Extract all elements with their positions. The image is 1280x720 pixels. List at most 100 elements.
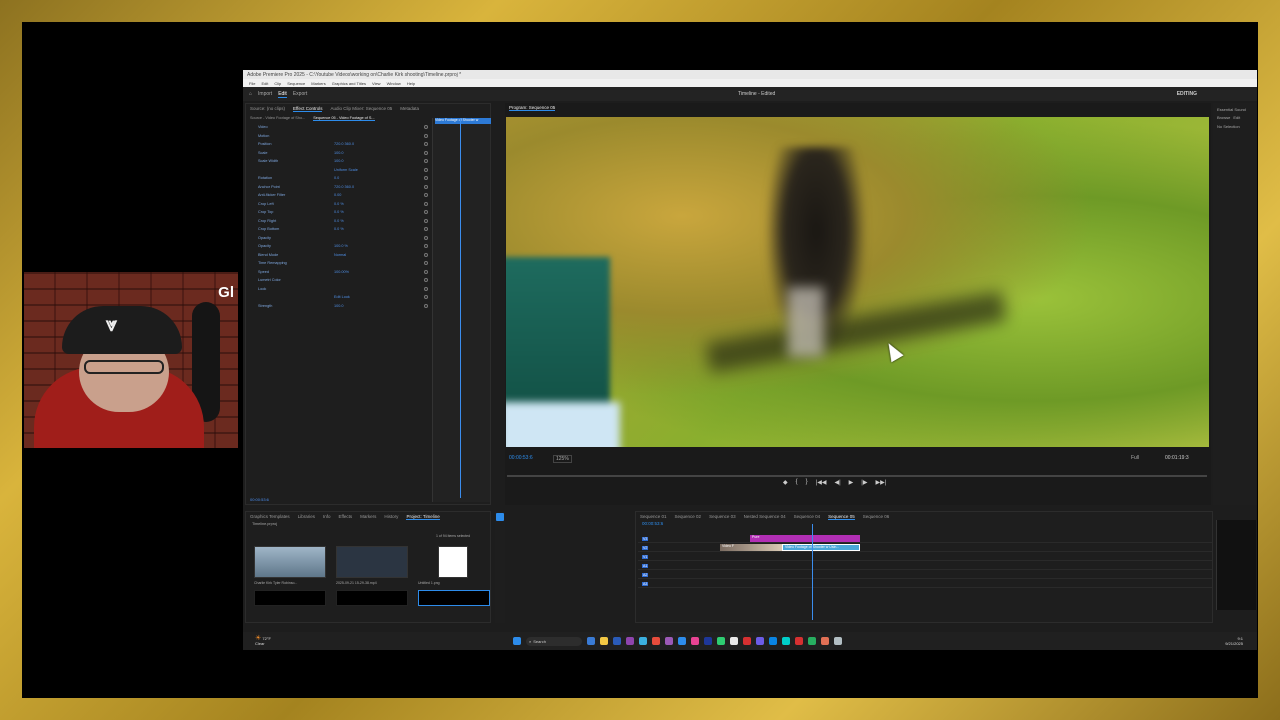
- track-a3[interactable]: A3: [638, 579, 1212, 588]
- tab-sequence-03[interactable]: Sequence 03: [709, 514, 736, 520]
- tab-audio-clip-mixer[interactable]: Audio Clip Mixer: Sequence 05: [330, 106, 392, 112]
- property-value[interactable]: Edit Look: [334, 295, 350, 299]
- keyframe-toggle-icon[interactable]: [424, 210, 428, 215]
- mark-out-button[interactable]: }: [806, 479, 808, 486]
- tab-program[interactable]: Program: Sequence 05: [509, 105, 556, 111]
- menu-clip[interactable]: Clip: [274, 81, 281, 86]
- taskbar-search[interactable]: ⌕ Search: [526, 636, 582, 646]
- system-tray[interactable]: 9:1 9/21/2025: [1225, 636, 1243, 646]
- keyframe-toggle-icon[interactable]: [424, 269, 428, 274]
- keyframe-toggle-icon[interactable]: [424, 227, 428, 232]
- property-value[interactable]: 720.0 360.0: [334, 142, 354, 146]
- tab-essential-sound[interactable]: Essential Sound: [1217, 107, 1253, 112]
- tab-libraries[interactable]: Libraries: [298, 514, 315, 520]
- track-name[interactable]: A1: [642, 563, 649, 568]
- tab-history[interactable]: History: [384, 514, 398, 520]
- tab-markers[interactable]: Markers: [360, 514, 376, 520]
- app-icon[interactable]: [821, 637, 829, 645]
- menu-edit[interactable]: Edit: [261, 81, 268, 86]
- property-value[interactable]: 720.0 360.0: [334, 185, 354, 189]
- track-name[interactable]: V2: [642, 545, 649, 550]
- video-frame[interactable]: [506, 117, 1209, 447]
- effect-keyframe-timeline[interactable]: Video Footage of Shooter w: [432, 118, 491, 502]
- project-item[interactable]: Charlie Kirk Tyler Robinso...: [254, 546, 326, 585]
- sequence-selector[interactable]: Sequence 05 - Video Footage of S...: [313, 116, 375, 121]
- keyframe-toggle-icon[interactable]: [424, 261, 428, 266]
- tab-sequence-01[interactable]: Sequence 01: [640, 514, 667, 520]
- tab-graphics-templates[interactable]: Graphics Templates: [250, 514, 290, 520]
- project-item[interactable]: [254, 590, 326, 606]
- play-button[interactable]: ▶: [849, 479, 854, 486]
- mark-in-button[interactable]: {: [796, 479, 798, 486]
- tab-effect-controls[interactable]: Effect Controls: [293, 106, 323, 112]
- go-to-out-button[interactable]: ▶▶|: [875, 479, 886, 486]
- keyframe-toggle-icon[interactable]: [424, 278, 428, 283]
- app-icon[interactable]: [769, 637, 777, 645]
- file-explorer-icon[interactable]: [600, 637, 608, 645]
- property-value[interactable]: 100.0: [334, 151, 344, 155]
- property-value[interactable]: 0.00: [334, 193, 341, 197]
- program-scrubber[interactable]: [507, 475, 1207, 477]
- edge-icon[interactable]: [639, 637, 647, 645]
- menu-graphics[interactable]: Graphics and Titles: [332, 81, 366, 86]
- app-icon[interactable]: [613, 637, 621, 645]
- tab-effects[interactable]: Effects: [338, 514, 352, 520]
- property-value[interactable]: 0.0 %: [334, 202, 344, 206]
- project-item[interactable]: [336, 590, 408, 606]
- tab-sequence-05[interactable]: Sequence 05: [828, 514, 855, 520]
- tab-browse[interactable]: Browse: [1217, 115, 1230, 120]
- app-icon[interactable]: [665, 637, 673, 645]
- timeline-clip[interactable]: Video F: [720, 544, 782, 551]
- keyframe-toggle-icon[interactable]: [424, 235, 428, 240]
- keyframe-toggle-icon[interactable]: [424, 286, 428, 291]
- property-value[interactable]: 0.0: [334, 176, 339, 180]
- app-icon[interactable]: [743, 637, 751, 645]
- selection-tool-icon[interactable]: [496, 513, 504, 521]
- keyframe-toggle-icon[interactable]: [424, 303, 428, 308]
- tab-nested-sequence-04[interactable]: Nested Sequence 04: [744, 514, 786, 520]
- track-v3[interactable]: V3 Pure: [638, 534, 1212, 543]
- track-name[interactable]: A2: [642, 572, 649, 577]
- track-v2[interactable]: V2 Video F Video Footage of Shooter w Us…: [638, 543, 1212, 552]
- premiere-icon[interactable]: [756, 637, 764, 645]
- keyframe-toggle-icon[interactable]: [424, 193, 428, 198]
- weather-widget[interactable]: ☀ 72°F Clear: [255, 635, 271, 646]
- menu-sequence[interactable]: Sequence: [287, 81, 305, 86]
- effect-playhead[interactable]: [460, 118, 461, 498]
- menu-help[interactable]: Help: [407, 81, 415, 86]
- source-selector[interactable]: Source - Video Footage of Sho...: [250, 116, 305, 121]
- menu-window[interactable]: Window: [387, 81, 401, 86]
- project-item[interactable]: 2025-09-21 15-29-38.mp4: [336, 546, 408, 585]
- workspace-edit[interactable]: Edit: [278, 91, 287, 98]
- menu-view[interactable]: View: [372, 81, 381, 86]
- copilot-icon[interactable]: [587, 637, 595, 645]
- property-value[interactable]: Uniform Scale: [334, 168, 358, 172]
- property-value[interactable]: 100.00%: [334, 270, 349, 274]
- keyframe-toggle-icon[interactable]: [424, 218, 428, 223]
- zoom-select[interactable]: 125%: [553, 455, 572, 463]
- app-icon[interactable]: [834, 637, 842, 645]
- app-icon[interactable]: [704, 637, 712, 645]
- property-value[interactable]: Normal: [334, 253, 346, 257]
- keyframe-toggle-icon[interactable]: [424, 176, 428, 181]
- property-value[interactable]: 100.0 %: [334, 244, 348, 248]
- tab-project[interactable]: Project: Timeline: [406, 514, 440, 520]
- workspace-export[interactable]: Export: [293, 91, 307, 97]
- timeline-clip[interactable]: Video Footage of Shooter w Usin...: [782, 544, 860, 551]
- tab-sequence-06[interactable]: Sequence 06: [863, 514, 890, 520]
- track-a2[interactable]: A2: [638, 570, 1212, 579]
- keyframe-toggle-icon[interactable]: [424, 201, 428, 206]
- chrome-icon[interactable]: [808, 637, 816, 645]
- tab-sequence-02[interactable]: Sequence 02: [675, 514, 702, 520]
- property-value[interactable]: 100.0: [334, 159, 344, 163]
- keyframe-toggle-icon[interactable]: [424, 133, 428, 138]
- project-item[interactable]: Untitled 1.png: [418, 546, 468, 585]
- keyframe-toggle-icon[interactable]: [424, 244, 428, 249]
- keyframe-toggle-icon[interactable]: [424, 167, 428, 172]
- app-icon[interactable]: [782, 637, 790, 645]
- timeline-clip[interactable]: Pure: [750, 535, 860, 542]
- quality-select[interactable]: Full: [1131, 455, 1139, 461]
- app-icon[interactable]: [730, 637, 738, 645]
- app-icon[interactable]: [652, 637, 660, 645]
- keyframe-toggle-icon[interactable]: [424, 295, 428, 300]
